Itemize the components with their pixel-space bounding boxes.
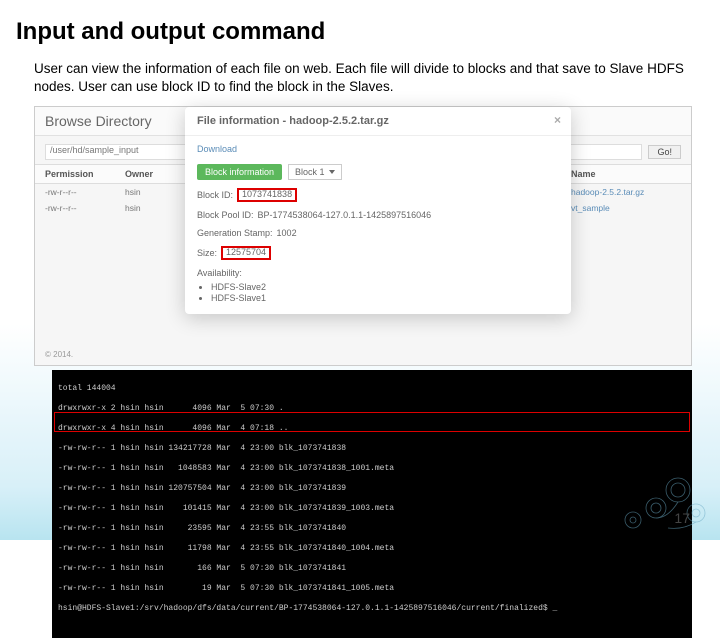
copyright-text: © 2014. bbox=[45, 350, 73, 359]
block-pool-label: Block Pool ID: bbox=[197, 210, 254, 220]
terminal-line: total 144004 bbox=[58, 384, 686, 394]
list-item: HDFS-Slave2 bbox=[211, 282, 559, 292]
cell-name-link[interactable]: hadoop-2.5.2.tar.gz bbox=[571, 187, 681, 197]
terminal-line: -rw-rw-r-- 1 hsin hsin 1048583 Mar 4 23:… bbox=[58, 464, 686, 474]
file-info-modal: File information - hadoop-2.5.2.tar.gz ×… bbox=[185, 107, 571, 314]
close-icon[interactable]: × bbox=[554, 113, 561, 127]
cell-name-link[interactable]: vt_sample bbox=[571, 203, 681, 213]
terminal-output: total 144004 drwxrwxr-x 2 hsin hsin 4096… bbox=[52, 370, 692, 638]
slide-body-text: User can view the information of each fi… bbox=[0, 54, 720, 96]
terminal-line: -rw-rw-r-- 1 hsin hsin 134217728 Mar 4 2… bbox=[58, 444, 686, 454]
modal-header: File information - hadoop-2.5.2.tar.gz × bbox=[185, 107, 571, 136]
block-pool-value: BP-1774538064-127.0.1.1-1425897516046 bbox=[258, 210, 432, 220]
browser-panel: Browse Directory /user/hd/sample_input G… bbox=[34, 106, 692, 366]
terminal-line: hsin@HDFS-Slave1:/srv/hadoop/dfs/data/cu… bbox=[58, 604, 686, 614]
list-item: HDFS-Slave1 bbox=[211, 293, 559, 303]
block-info-badge: Block information bbox=[197, 164, 282, 180]
size-value-highlight: 12575704 bbox=[221, 246, 271, 260]
terminal-highlight-box bbox=[54, 412, 690, 432]
terminal-line: -rw-rw-r-- 1 hsin hsin 120757504 Mar 4 2… bbox=[58, 484, 686, 494]
terminal-line: -rw-rw-r-- 1 hsin hsin 19 Mar 5 07:30 bl… bbox=[58, 584, 686, 594]
terminal-line: -rw-rw-r-- 1 hsin hsin 23595 Mar 4 23:55… bbox=[58, 524, 686, 534]
col-name: Name bbox=[571, 169, 681, 179]
col-permission: Permission bbox=[45, 169, 125, 179]
page-number: 17 bbox=[674, 510, 690, 526]
block-id-value-highlight: 1073741838 bbox=[237, 188, 297, 202]
chevron-down-icon bbox=[329, 170, 335, 174]
terminal-line: -rw-rw-r-- 1 hsin hsin 11798 Mar 4 23:55… bbox=[58, 544, 686, 554]
terminal-line: -rw-rw-r-- 1 hsin hsin 166 Mar 5 07:30 b… bbox=[58, 564, 686, 574]
availability-label: Availability: bbox=[197, 268, 559, 278]
cell-permission: -rw-r--r-- bbox=[45, 203, 125, 213]
availability-list: HDFS-Slave2 HDFS-Slave1 bbox=[211, 282, 559, 303]
modal-title: File information - hadoop-2.5.2.tar.gz bbox=[197, 115, 389, 127]
screenshot-composite: Browse Directory /user/hd/sample_input G… bbox=[34, 106, 692, 366]
block-select-value: Block 1 bbox=[295, 167, 325, 177]
block-id-label: Block ID: bbox=[197, 190, 233, 200]
size-label: Size: bbox=[197, 248, 217, 258]
download-link[interactable]: Download bbox=[197, 144, 559, 154]
slide-title: Input and output command bbox=[0, 0, 720, 54]
gen-stamp-value: 1002 bbox=[277, 228, 297, 238]
block-select[interactable]: Block 1 bbox=[288, 164, 342, 180]
go-button[interactable]: Go! bbox=[648, 145, 681, 159]
gen-stamp-label: Generation Stamp: bbox=[197, 228, 273, 238]
terminal-line: -rw-rw-r-- 1 hsin hsin 101415 Mar 4 23:0… bbox=[58, 504, 686, 514]
cell-permission: -rw-r--r-- bbox=[45, 187, 125, 197]
